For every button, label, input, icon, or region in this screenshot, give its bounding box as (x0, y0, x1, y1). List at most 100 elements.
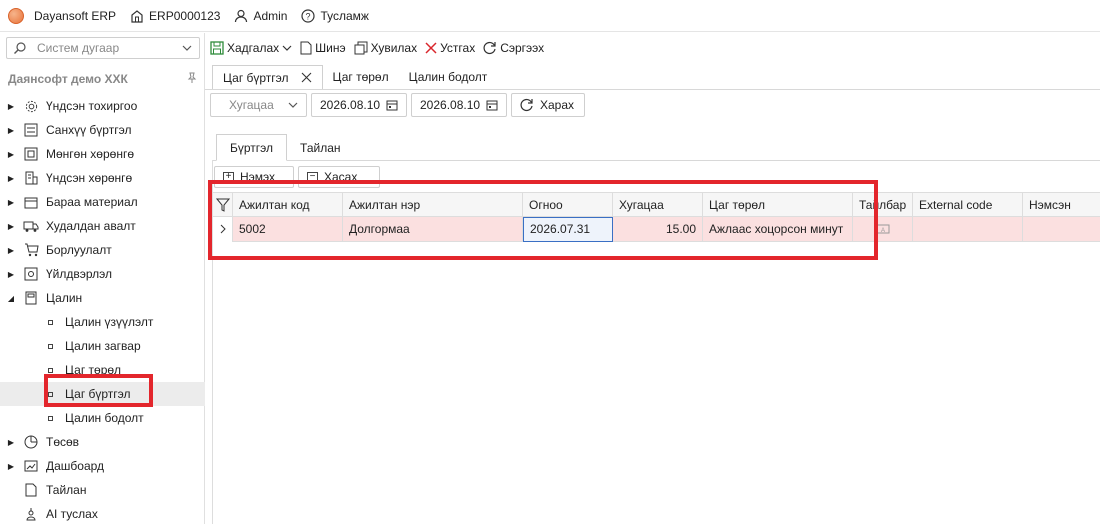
calendar-icon[interactable] (386, 99, 398, 111)
view-label: Харах (540, 98, 575, 112)
chevron-down-icon (288, 102, 298, 108)
sidebar-item-label: Тайлан (46, 483, 87, 497)
pie-icon (22, 434, 40, 450)
sidebar-subitem-salary-indicator[interactable]: Цалин үзүүлэлт (0, 310, 205, 334)
expand-arrow-icon[interactable]: ▶ (4, 102, 18, 111)
tab-label: Бүртгэл (230, 140, 274, 155)
calendar-icon[interactable] (486, 99, 498, 111)
expand-arrow-icon[interactable]: ▶ (4, 438, 18, 447)
refresh-icon (520, 98, 533, 112)
column-header-created[interactable]: Нэмсэн (1023, 192, 1100, 217)
tab-salary-calc[interactable]: Цалин бодолт (399, 65, 498, 89)
gear-icon (22, 98, 40, 114)
truck-icon (22, 218, 40, 234)
period-placeholder: Хугацаа (229, 98, 274, 112)
cell-created[interactable] (1023, 217, 1100, 242)
expand-arrow-icon[interactable]: ▶ (4, 270, 18, 279)
factory-icon (22, 266, 40, 282)
refresh-button[interactable]: Сэргээх (483, 41, 544, 55)
pin-icon[interactable] (186, 72, 198, 84)
highlight-box-sidebar (44, 374, 153, 407)
expand-arrow-icon[interactable]: ▶ (4, 126, 18, 135)
period-select[interactable]: Хугацаа (210, 93, 307, 117)
sidebar-item-label: Төсөв (46, 435, 80, 449)
highlight-box-grid (208, 180, 878, 260)
column-header-external-code[interactable]: External code (913, 192, 1023, 217)
new-button[interactable]: Шинэ (300, 41, 346, 55)
sidebar-item-purchase[interactable]: ▶ Худалдан авалт (0, 214, 205, 238)
filter-bar: Хугацаа 2026.08.10 2026.08.10 Харах (210, 93, 585, 117)
title-bar: Dayansoft ERP ERP0000123 Admin ? Тусламж (0, 0, 1100, 32)
expand-arrow-icon[interactable]: ▶ (4, 174, 18, 183)
sidebar-item-ai-assistant[interactable]: AI туслах (0, 502, 205, 524)
sidebar-subitem-salary-calc[interactable]: Цалин бодолт (0, 406, 205, 430)
company-code-label: ERP0000123 (149, 8, 221, 23)
date-to-input[interactable]: 2026.08.10 (411, 93, 507, 117)
sidebar-subitem-label: Цалин загвар (65, 339, 141, 353)
help-link[interactable]: ? Тусламж (301, 8, 369, 23)
help-label: Тусламж (320, 8, 369, 23)
sidebar-item-finance[interactable]: ▶ Санхүү бүртгэл (0, 118, 205, 142)
tabs-divider (205, 89, 1100, 90)
sidebar-subitem-salary-template[interactable]: Цалин загвар (0, 334, 205, 358)
sidebar-item-salary[interactable]: ◢ Цалин (0, 286, 205, 310)
collapse-arrow-icon[interactable]: ◢ (4, 294, 18, 303)
search-icon (14, 42, 26, 54)
copy-button[interactable]: Хувилах (354, 41, 417, 55)
cart-icon (22, 242, 40, 258)
refresh-icon (483, 41, 496, 55)
chevron-down-icon[interactable] (181, 42, 193, 54)
tab-label: Цалин бодолт (408, 70, 488, 84)
sidebar-item-label: Үндсэн тохиргоо (46, 99, 138, 113)
cash-icon (22, 146, 40, 162)
sidebar-subitem-label: Цалин бодолт (65, 411, 144, 425)
tab-report[interactable]: Тайлан (287, 134, 353, 161)
sidebar-item-settings[interactable]: ▶ Үндсэн тохиргоо (0, 94, 205, 118)
save-button[interactable]: Хадгалах (210, 41, 292, 55)
tab-label: Тайлан (300, 140, 341, 155)
expand-arrow-icon[interactable]: ▶ (4, 462, 18, 471)
building-icon (131, 9, 143, 23)
company-header: Даянсофт демо ХХК (8, 72, 198, 86)
close-icon[interactable] (301, 72, 312, 83)
search-placeholder: Систем дугаар (37, 41, 120, 55)
bullet-icon (48, 415, 53, 421)
save-label: Хадгалах (227, 41, 280, 55)
ai-icon (22, 506, 40, 522)
svg-text:?: ? (306, 11, 311, 21)
sidebar-item-label: Бараа материал (46, 195, 138, 209)
tab-time-type[interactable]: Цаг төрөл (323, 65, 399, 89)
sidebar-item-label: Борлуулалт (46, 243, 112, 257)
chevron-down-icon[interactable] (282, 43, 292, 53)
close-icon (425, 42, 437, 54)
date-from-input[interactable]: 2026.08.10 (311, 93, 407, 117)
new-label: Шинэ (315, 41, 346, 55)
expand-arrow-icon[interactable]: ▶ (4, 246, 18, 255)
cell-external-code[interactable] (913, 216, 1023, 242)
expand-arrow-icon[interactable]: ▶ (4, 198, 18, 207)
expand-arrow-icon[interactable]: ▶ (4, 222, 18, 231)
company-code[interactable]: ERP0000123 (130, 9, 220, 23)
sidebar-item-budget[interactable]: ▶ Төсөв (0, 430, 205, 454)
sidebar-item-label: Мөнгөн хөрөнгө (46, 147, 135, 161)
company-name: Даянсофт демо ХХК (8, 72, 128, 86)
tab-register[interactable]: Бүртгэл (216, 134, 288, 161)
main-toolbar: Хадгалах Шинэ Хувилах Устгах Сэргээх (210, 37, 552, 59)
tab-time-record[interactable]: Цаг бүртгэл (212, 65, 323, 89)
sidebar-item-dashboard[interactable]: ▶ Дашбоард (0, 454, 205, 478)
expand-arrow-icon[interactable]: ▶ (4, 150, 18, 159)
app-logo-icon (8, 7, 24, 24)
sidebar-item-inventory[interactable]: ▶ Бараа материал (0, 190, 205, 214)
document-tabs: Цаг бүртгэл Цаг төрөл Цалин бодолт (212, 65, 497, 89)
sidebar-item-production[interactable]: ▶ Үйлдвэрлэл (0, 262, 205, 286)
sidebar-item-sales[interactable]: ▶ Борлуулалт (0, 238, 205, 262)
user-menu[interactable]: Admin (234, 9, 287, 23)
sidebar-item-fixed-assets[interactable]: ▶ Үндсэн хөрөнгө (0, 166, 205, 190)
system-search-input[interactable]: Систем дугаар (6, 37, 200, 59)
delete-button[interactable]: Устгах (425, 41, 475, 55)
user-icon (235, 9, 248, 22)
date-to-value: 2026.08.10 (420, 98, 481, 112)
view-button[interactable]: Харах (511, 93, 585, 117)
sidebar-item-report[interactable]: Тайлан (0, 478, 205, 502)
sidebar-item-cash[interactable]: ▶ Мөнгөн хөрөнгө (0, 142, 205, 166)
